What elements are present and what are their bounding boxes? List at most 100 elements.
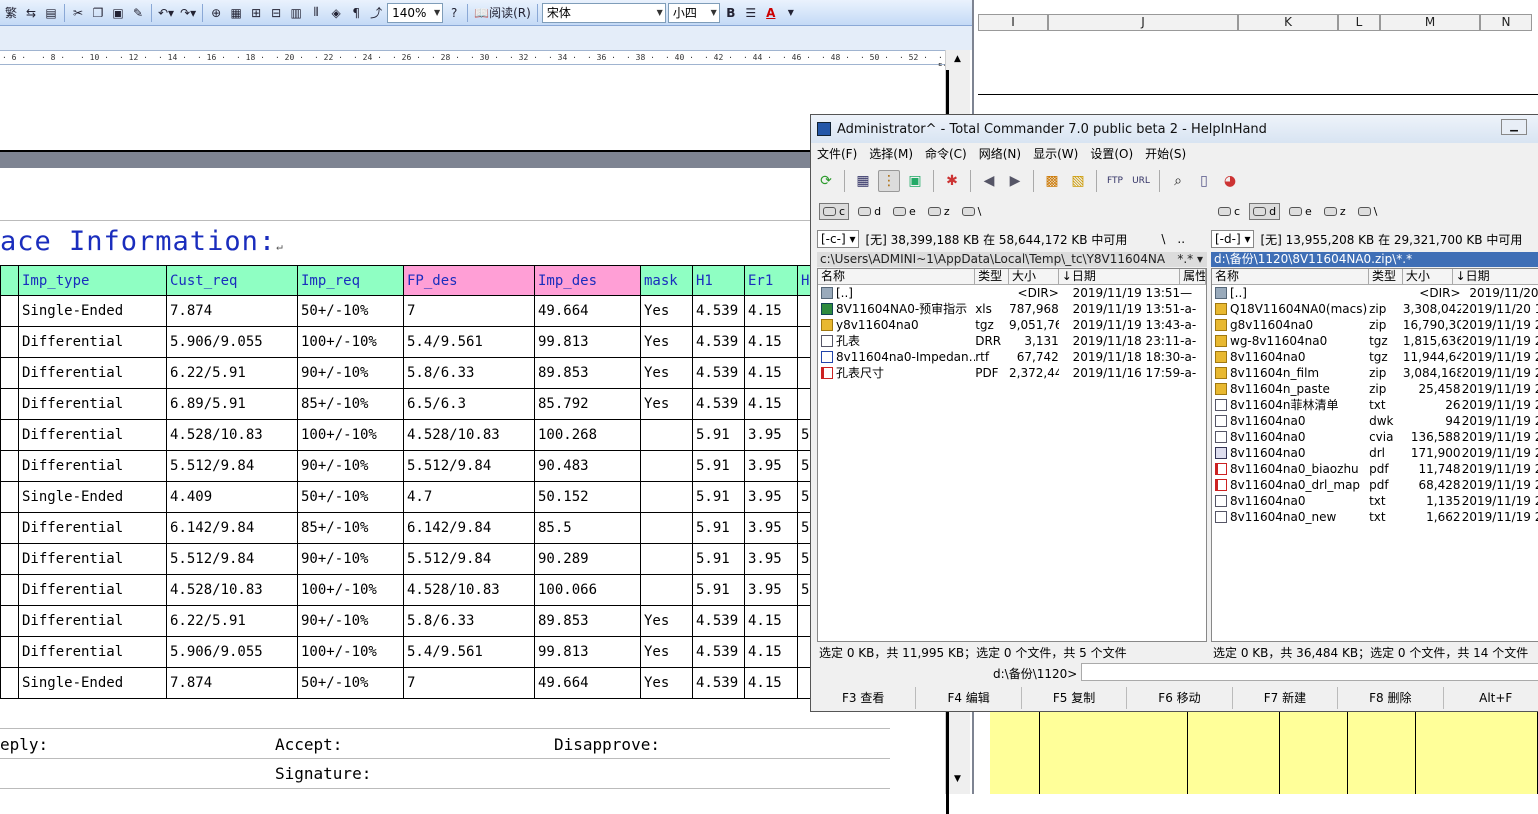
file-row[interactable]: 8v11604na0_biaozhu pdf 11,7482019/11/19 22 [1212, 461, 1538, 477]
col-name[interactable]: 名称 [818, 269, 976, 284]
command-input[interactable] [1081, 663, 1538, 681]
tc-title-bar[interactable]: Administrator^ - Total Commander 7.0 pub… [811, 115, 1538, 143]
excel-column-header[interactable]: N [1480, 14, 1532, 31]
drive-button[interactable]: c [1215, 204, 1243, 219]
file-row[interactable]: g8v11604na0 zip 16,790,3092019/11/19 22 [1212, 317, 1538, 333]
right-drive-select[interactable]: [-d-] ▾ [1211, 230, 1255, 248]
file-row[interactable]: wg-8v11604na0 tgz 1,815,6362019/11/19 22 [1212, 333, 1538, 349]
reading-icon[interactable]: ⤴ [367, 3, 385, 23]
col-size[interactable]: 大小 [1403, 269, 1453, 284]
file-row[interactable]: 8v11604na0 cvia 136,5882019/11/19 22 [1212, 429, 1538, 445]
left-path-bar[interactable]: c:\Users\ADMINI~1\AppData\Local\Temp\_tc… [817, 252, 1207, 267]
undo-icon[interactable]: ↶▾ [156, 3, 176, 23]
file-row[interactable]: [..] <DIR> 2019/11/19 13:51— [818, 285, 1206, 301]
line-spacing-icon[interactable]: ☰ [742, 3, 760, 23]
url-icon[interactable]: URL [1130, 170, 1152, 192]
excel-cell[interactable] [1416, 712, 1538, 794]
excel-cell[interactable] [1040, 712, 1188, 794]
file-row[interactable]: 8v11604na0-Impedan… rtf 67,742 2019/11/18 1… [818, 349, 1206, 365]
excel-column-header[interactable]: I [978, 14, 1048, 31]
file-row[interactable]: 8v11604na0 txt 1,1352019/11/19 22 [1212, 493, 1538, 509]
function-key-button[interactable]: F7 新建 [1233, 687, 1339, 709]
function-key-button[interactable]: F4 编辑 [916, 687, 1022, 709]
col-date[interactable]: ↓日期 [1059, 269, 1181, 284]
columns-icon[interactable]: ▥ [287, 3, 305, 23]
thumbnail-view-icon[interactable]: ▣ [904, 170, 926, 192]
col-date[interactable]: ↓日期 [1453, 269, 1538, 284]
format-painter-icon[interactable]: ✎ [129, 3, 147, 23]
unpack-icon[interactable]: ▧ [1067, 170, 1089, 192]
file-row[interactable]: y8v11604na0 tgz 9,051,769 2019/11/19 13:43-… [818, 317, 1206, 333]
function-key-button[interactable]: Alt+F [1444, 687, 1538, 709]
drive-button[interactable]: z [925, 204, 953, 219]
drive-button[interactable]: e [890, 204, 919, 219]
font-size-select[interactable]: 小四 ▼ [667, 2, 720, 23]
paste-icon[interactable]: ▣ [109, 3, 127, 23]
multi-rename-icon[interactable]: ▯ [1193, 170, 1215, 192]
col-size[interactable]: 大小 [1009, 269, 1059, 284]
drive-button[interactable]: \ [1355, 204, 1381, 219]
search-icon[interactable]: ⌕ [1167, 170, 1189, 192]
font-select[interactable]: 宋体 ▼ [541, 2, 666, 23]
trad-chinese-button[interactable]: 繁 [2, 3, 20, 23]
forward-icon[interactable]: ▶ [1004, 170, 1026, 192]
col-type[interactable]: 类型 [1369, 269, 1403, 284]
convert-icon[interactable]: ⇆ [22, 3, 40, 23]
excel-column-header[interactable]: M [1380, 14, 1480, 31]
menu-item[interactable]: 设置(O) [1084, 145, 1139, 163]
scroll-up-icon[interactable]: ▲ [954, 54, 961, 64]
pack-icon[interactable]: ▩ [1041, 170, 1063, 192]
refresh-icon[interactable]: ⟳ [815, 170, 837, 192]
function-key-button[interactable]: F8 删除 [1338, 687, 1444, 709]
research-icon[interactable]: ▤ [42, 3, 60, 23]
excel-column-header[interactable]: K [1238, 14, 1338, 31]
document-map-icon[interactable]: ◈ [327, 3, 345, 23]
insert-table-icon[interactable]: ⊞ [247, 3, 265, 23]
brief-view-icon[interactable]: ▦ [852, 170, 874, 192]
ftp-icon[interactable]: FTP [1104, 170, 1126, 192]
function-key-button[interactable]: F3 查看 [811, 687, 917, 709]
insert-excel-icon[interactable]: ⊟ [267, 3, 285, 23]
scroll-down-icon[interactable]: ▼ [954, 774, 961, 784]
select-icon[interactable]: ✱ [941, 170, 963, 192]
up-link[interactable]: .. [1177, 232, 1185, 246]
zoom-select[interactable]: 140% ▼ [387, 2, 444, 23]
menu-item[interactable]: 显示(W) [1027, 145, 1084, 163]
file-row[interactable]: 孔表 DRR 3,131 2019/11/18 23:11 -a- [818, 333, 1206, 349]
show-hide-icon[interactable]: ¶ [347, 3, 365, 23]
minimize-button[interactable]: ▁ [1501, 119, 1527, 135]
excel-cell[interactable] [990, 712, 1040, 794]
read-button[interactable]: 📖 阅读(R) [472, 3, 533, 23]
excel-cell[interactable] [1280, 712, 1348, 794]
tree-view-icon[interactable]: ⋮ [878, 170, 900, 192]
excel-column-header[interactable]: L [1338, 14, 1380, 31]
cut-icon[interactable]: ✂ [69, 3, 87, 23]
file-row[interactable]: 8v11604na0 drl 171,9002019/11/19 22 [1212, 445, 1538, 461]
function-key-button[interactable]: F6 移动 [1127, 687, 1233, 709]
drawing-icon[interactable]: ⫴ [307, 3, 325, 23]
file-row[interactable]: 孔表尺寸 PDF 2,372,446 2019/11/16 17:59-a- [818, 365, 1206, 381]
file-row[interactable]: 8v11604n_film zip 3,084,1682019/11/19 22 [1212, 365, 1538, 381]
redo-icon[interactable]: ↷▾ [178, 3, 198, 23]
file-row[interactable]: 8v11604na0_new txt 1,6622019/11/19 22 [1212, 509, 1538, 525]
bold-button[interactable]: B [722, 3, 740, 23]
drive-button[interactable]: d [1249, 202, 1281, 220]
back-icon[interactable]: ◀ [978, 170, 1000, 192]
excel-highlight-cells[interactable] [990, 712, 1538, 794]
help-icon[interactable]: ? [445, 3, 463, 23]
right-path-bar[interactable]: d:\备份\1120\8V11604NA0.zip\*.* [1211, 252, 1538, 267]
font-color-button[interactable]: A [762, 3, 780, 23]
file-row[interactable]: Q18V11604NA0(macs) zip 3,308,042 2019/11/20… [1212, 301, 1538, 317]
excel-column-header[interactable]: J [1048, 14, 1238, 31]
menu-item[interactable]: 开始(S) [1139, 145, 1192, 163]
tables-borders-icon[interactable]: ▦ [227, 3, 245, 23]
function-key-button[interactable]: F5 复制 [1022, 687, 1128, 709]
menu-item[interactable]: 选择(M) [863, 145, 919, 163]
copy-icon[interactable]: ❐ [89, 3, 107, 23]
drive-button[interactable]: d [855, 204, 884, 219]
file-row[interactable]: 8v11604na0 dwk 942019/11/19 22 [1212, 413, 1538, 429]
col-name[interactable]: 名称 [1212, 269, 1370, 284]
file-row[interactable]: 8v11604n菲林清单 txt 262019/11/19 22 [1212, 397, 1538, 413]
toolbar-options-icon[interactable]: ▼ [782, 3, 800, 23]
file-row[interactable]: 8v11604na0 tgz 11,944,6412019/11/19 22 [1212, 349, 1538, 365]
